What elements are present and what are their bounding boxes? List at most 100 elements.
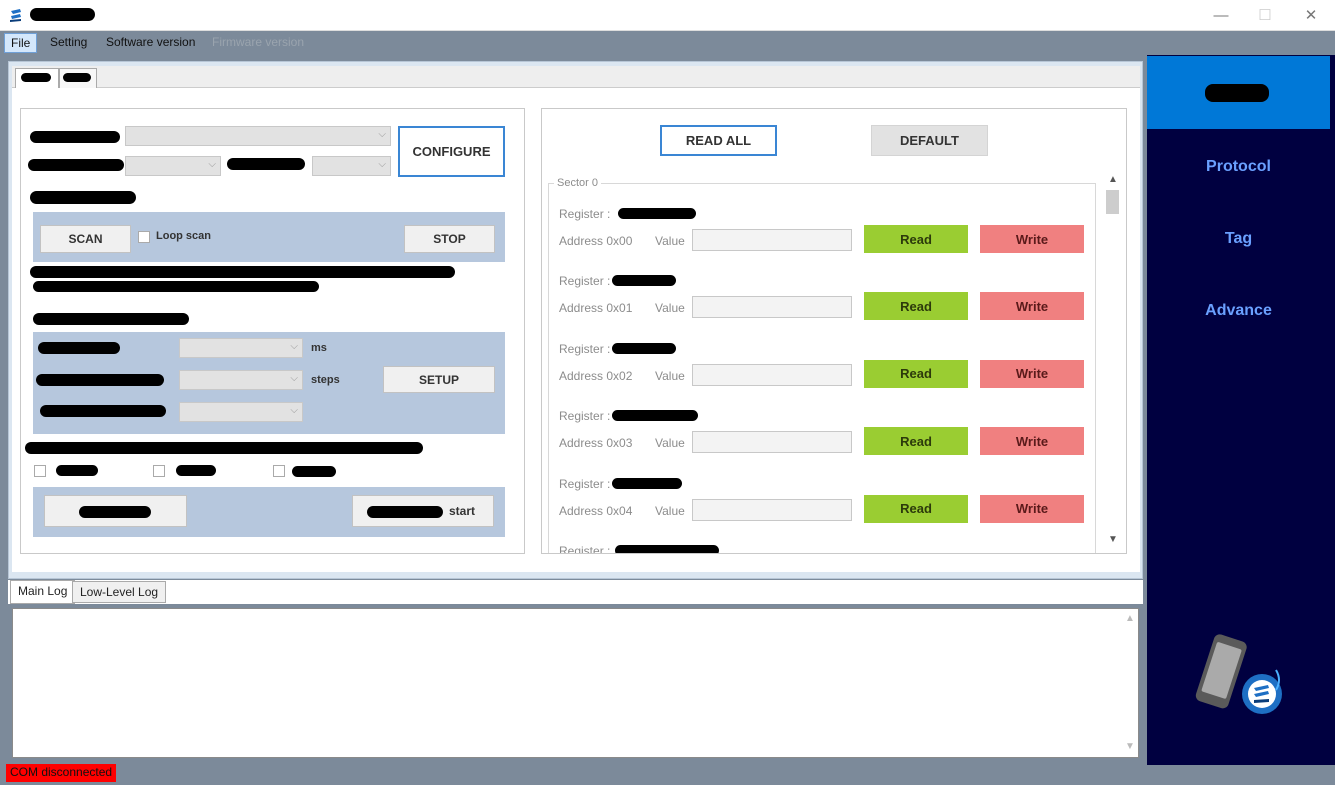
tab-2[interactable]	[59, 68, 97, 88]
select-combo-3[interactable]: ⌵	[312, 156, 391, 176]
action-button-1[interactable]	[44, 495, 187, 527]
option-checkbox-3[interactable]	[273, 465, 285, 477]
label-redacted	[28, 159, 124, 171]
sidebar-item-protocol[interactable]: Protocol	[1147, 158, 1330, 176]
tab-2-label-redacted	[63, 73, 91, 82]
register-scrollbar[interactable]: ▲ ▼	[1104, 172, 1121, 550]
option-checkbox-2[interactable]	[153, 465, 165, 477]
label-redacted	[36, 374, 164, 386]
log-scroll-down-icon[interactable]: ▼	[1125, 741, 1135, 752]
title-bar: — ☐ ✕	[0, 0, 1335, 31]
info-text-redacted	[25, 442, 423, 454]
register-address: Address 0x03	[559, 436, 633, 451]
read-all-button[interactable]: READ ALL	[660, 125, 777, 156]
log-scrollbar[interactable]: ▲ ▼	[1121, 609, 1138, 757]
close-button[interactable]: ✕	[1291, 4, 1331, 26]
register-address: Address 0x02	[559, 368, 633, 383]
scroll-down-icon[interactable]: ▼	[1108, 534, 1118, 545]
info-text-redacted	[33, 281, 319, 292]
register-label: Register :	[559, 274, 611, 289]
register-name-redacted	[612, 275, 676, 287]
sidebar-active-item[interactable]	[1147, 56, 1330, 129]
steps-unit-label: steps	[311, 374, 340, 386]
read-button[interactable]: Read	[864, 225, 968, 253]
log-textarea[interactable]: ▲ ▼	[12, 608, 1139, 758]
default-button[interactable]: DEFAULT	[871, 125, 988, 156]
scroll-up-icon[interactable]: ▲	[1108, 174, 1118, 185]
register-label: Register :	[559, 341, 611, 356]
menu-file[interactable]: File	[4, 33, 38, 53]
configure-button[interactable]: CONFIGURE	[398, 126, 505, 177]
register-name-redacted	[618, 208, 696, 219]
register-value-input[interactable]	[692, 363, 852, 386]
value-label: Value	[655, 503, 685, 518]
register-name-redacted	[612, 410, 698, 422]
option-label-redacted	[176, 465, 216, 476]
loop-scan-label: Loop scan	[156, 230, 212, 242]
register-name-redacted	[615, 545, 719, 553]
register-label: Register :	[559, 544, 611, 553]
menu-bar: File Setting Software version Firmware v…	[0, 31, 1335, 55]
start-button[interactable]: start	[352, 495, 494, 527]
register-value-input[interactable]	[692, 296, 852, 319]
sidebar-item-advance[interactable]: Advance	[1147, 302, 1330, 320]
stop-button[interactable]: STOP	[404, 225, 495, 253]
register-label: Register :	[559, 476, 611, 491]
write-button[interactable]: Write	[980, 494, 1084, 523]
select-combo-ms[interactable]: ⌵	[179, 338, 303, 358]
label-redacted	[227, 158, 305, 170]
menu-software-version[interactable]: Software version	[100, 33, 201, 53]
register-name-redacted	[612, 342, 676, 354]
value-label: Value	[655, 436, 685, 451]
select-combo-4[interactable]: ⌵	[179, 402, 303, 422]
write-button[interactable]: Write	[980, 292, 1084, 321]
log-scroll-up-icon[interactable]: ▲	[1125, 613, 1135, 624]
menu-setting[interactable]: Setting	[44, 33, 93, 53]
register-name-redacted	[612, 477, 682, 489]
maximize-button[interactable]: ☐	[1245, 4, 1285, 26]
option-checkbox-1[interactable]	[34, 465, 46, 477]
register-address: Address 0x01	[559, 301, 633, 316]
select-combo-1[interactable]: ⌵	[125, 126, 391, 146]
register-value-input[interactable]	[692, 229, 852, 251]
scroll-thumb[interactable]	[1106, 190, 1119, 214]
start-button-prefix-redacted	[367, 506, 443, 518]
read-button[interactable]: Read	[864, 494, 968, 523]
scan-button[interactable]: SCAN	[40, 225, 131, 253]
select-combo-2[interactable]: ⌵	[125, 156, 221, 176]
write-button[interactable]: Write	[980, 427, 1084, 456]
loop-scan-checkbox[interactable]	[138, 231, 150, 243]
value-label: Value	[655, 368, 685, 383]
window-title-redacted	[30, 8, 95, 21]
tab-main-log[interactable]: Main Log	[10, 580, 76, 604]
read-button[interactable]: Read	[864, 292, 968, 321]
write-button[interactable]: Write	[980, 359, 1084, 388]
start-button-label: start	[448, 504, 475, 518]
sidebar-item-tag[interactable]: Tag	[1147, 230, 1330, 248]
status-bar	[0, 765, 1335, 785]
phone-nfc-icon	[1190, 630, 1290, 720]
minimize-button[interactable]: —	[1201, 4, 1241, 26]
label-redacted	[30, 131, 120, 143]
sidebar-active-label-redacted	[1205, 84, 1269, 102]
tab-1-label-redacted	[21, 73, 51, 82]
register-address: Address 0x00	[559, 234, 633, 248]
tab-low-level-log[interactable]: Low-Level Log	[72, 581, 167, 603]
tab-header	[12, 66, 1140, 89]
value-label: Value	[655, 301, 685, 316]
read-button[interactable]: Read	[864, 359, 968, 388]
info-text-redacted	[30, 266, 455, 278]
tab-1[interactable]	[15, 68, 59, 89]
register-value-input[interactable]	[692, 498, 852, 521]
register-value-input[interactable]	[692, 431, 852, 454]
select-combo-steps[interactable]: ⌵	[179, 370, 303, 390]
action-button-1-label-redacted	[79, 506, 151, 518]
register-label: Register :	[559, 409, 611, 424]
menu-firmware-version: Firmware version	[212, 35, 305, 49]
label-redacted	[40, 405, 166, 417]
option-label-redacted	[292, 466, 336, 477]
read-button[interactable]: Read	[864, 427, 968, 456]
app-logo-icon	[8, 7, 24, 23]
setup-button[interactable]: SETUP	[383, 366, 495, 393]
write-button[interactable]: Write	[980, 225, 1084, 253]
